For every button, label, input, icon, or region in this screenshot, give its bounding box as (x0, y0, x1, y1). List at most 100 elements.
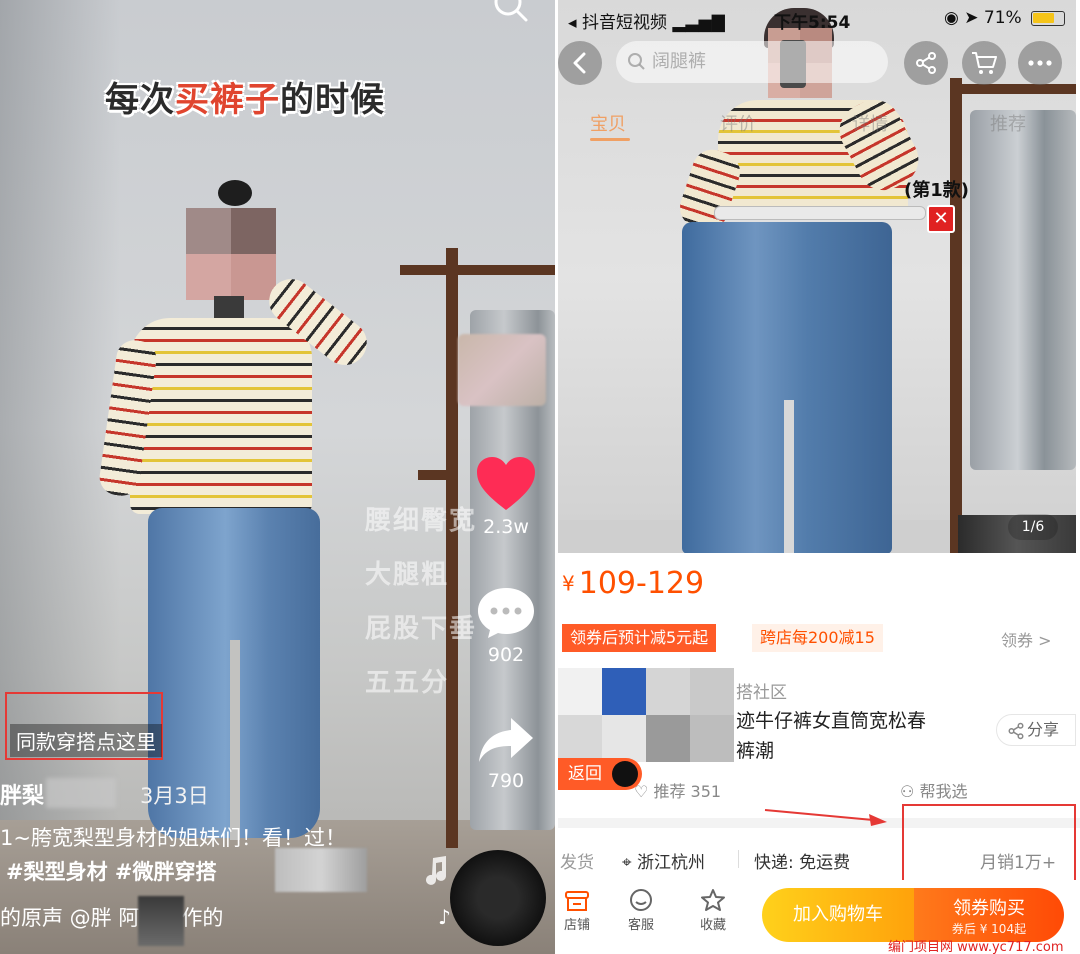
battery-icon (1031, 10, 1066, 26)
favorite-button[interactable]: 收藏 (688, 888, 738, 933)
price-range: 109-129 (578, 566, 705, 601)
shop-icon (565, 891, 589, 911)
annotation-arrow (764, 809, 887, 826)
carrier-label: ◂ 抖音短视频 ▂▃▅▇ (568, 13, 725, 33)
search-input[interactable]: 阔腿裤 (616, 41, 888, 83)
recommend-button[interactable]: ♡ 推荐 351 (634, 778, 721, 802)
active-tab-indicator (590, 138, 630, 141)
search-icon (628, 53, 645, 70)
tab-reviews[interactable]: 评价 (720, 110, 756, 136)
same-outfit-highlight-box: 同款穿搭点这里 (5, 692, 163, 760)
tab-details[interactable]: 详情 (852, 110, 888, 136)
style-label: (第1款) (904, 180, 969, 201)
customer-service-button[interactable]: 客服 (616, 888, 666, 933)
same-outfit-link[interactable]: 同款穿搭点这里 (10, 724, 162, 757)
help-choose-button[interactable]: ⚇ 帮我选 (900, 778, 967, 802)
creator-avatar[interactable] (458, 334, 546, 406)
image-counter: 1/6 (1008, 514, 1058, 540)
shop-tab-button[interactable]: 店铺 (558, 888, 602, 933)
overlay-word: 屁股下垂 (365, 614, 478, 644)
price: ¥109-129 (558, 566, 1080, 622)
clothes-rack-peg (418, 470, 458, 480)
chevron-left-icon (573, 52, 586, 74)
like-count: 2.3w (483, 516, 529, 538)
close-icon[interactable]: ✕ (927, 205, 955, 233)
share-arrow-icon (479, 718, 533, 762)
battery-percent: 71% (983, 8, 1022, 28)
cart-button[interactable] (962, 41, 1006, 85)
comment-button[interactable]: 902 (470, 586, 542, 666)
get-coupon-link[interactable]: 领券 > (1001, 627, 1052, 651)
heart-outline-icon: ♡ (634, 782, 649, 801)
shipping-location: ⌖ 浙江杭州 (622, 853, 705, 873)
sound-credit-blur (138, 896, 184, 946)
coupon-badge[interactable]: 领券后预计减5元起 (562, 624, 717, 652)
author-name-blur (46, 778, 116, 808)
music-note-icon (424, 856, 448, 890)
recommend-row: ♡ 推荐 351 ⚇ 帮我选 (558, 778, 1080, 804)
hashtags[interactable]: #梨型身材 #微胖穿搭 (6, 856, 217, 886)
star-icon (701, 889, 725, 911)
rotation-lock-icon: ◉ (944, 8, 959, 28)
music-disc[interactable] (450, 850, 546, 946)
back-app-icon: ◂ (568, 13, 577, 33)
share-button[interactable] (904, 41, 948, 85)
share-pill-button[interactable]: 分享 (996, 714, 1076, 746)
buy-with-coupon-button[interactable]: 领券购买 券后 ¥ 104起 (914, 888, 1064, 942)
status-bar: ◂ 抖音短视频 ▂▃▅▇ 下午5:54 ◉ ➤ 71% (558, 8, 1080, 34)
post-date: 3月3日 (140, 784, 209, 808)
body-type-overlay: 腰细臀宽 大腿粗 屁股下垂 五五分 (365, 500, 477, 716)
search-placeholder: 阔腿裤 (652, 51, 706, 72)
mosaic-redaction (558, 668, 734, 762)
watermark: 编门项目网 www.yc717.com (888, 940, 1064, 954)
clock: 下午5:54 (774, 13, 851, 33)
back-button[interactable] (558, 41, 602, 85)
more-dots-icon (1028, 60, 1052, 66)
product-tabs: 宝贝 评价 详情 推荐 (558, 106, 1076, 146)
screenshot-stage: 每次买裤子的时候 腰细臀宽 大腿粗 屁股下垂 五五分 2.3w 902 790 (0, 0, 1080, 954)
monthly-sales-highlight-box (902, 804, 1076, 883)
jeans-gap (784, 400, 794, 553)
hanger (714, 206, 926, 220)
music-note-icon: ♪ (438, 905, 451, 929)
share-button[interactable]: 790 (470, 716, 542, 792)
hashtag-blur (275, 848, 367, 892)
overlay-word: 大腿粗 (365, 560, 450, 590)
tab-item[interactable]: 宝贝 (590, 110, 626, 136)
search-icon[interactable] (492, 0, 532, 28)
like-button[interactable]: 2.3w (470, 456, 542, 538)
shipping-label: 发货 (560, 853, 594, 873)
signal-icon: ▂▃▅▇ (672, 13, 725, 33)
tab-recommend[interactable]: 推荐 (990, 110, 1026, 136)
striped-sweater (130, 318, 312, 514)
hair-bun (218, 180, 252, 206)
product-detail-panel: ◂ 抖音短视频 ▂▃▅▇ 下午5:54 ◉ ➤ 71% 阔腿裤 宝贝 评价 详情… (558, 0, 1080, 954)
product-title-fragment: 裤潮 (736, 740, 775, 762)
location-pin-icon: ⌖ (622, 853, 632, 873)
video-caption: 每次买裤子的时候 (105, 80, 385, 120)
status-right: ◉ ➤ 71% (944, 8, 1066, 28)
heart-icon (477, 457, 535, 510)
divider (738, 850, 739, 868)
share-count: 790 (487, 770, 525, 792)
more-button[interactable] (1018, 41, 1062, 85)
cart-icon (972, 52, 997, 74)
shop-name[interactable]: 搭社区 (736, 678, 787, 703)
cross-store-discount-badge[interactable]: 跨店每200减15 (752, 624, 883, 652)
comment-icon (478, 588, 534, 638)
overlay-word: 五五分 (365, 668, 450, 698)
location-icon: ➤ (964, 8, 979, 28)
comment-count: 902 (487, 644, 525, 666)
clothes-rack-bar (400, 265, 555, 275)
buy-button-label: 领券购买 (953, 898, 1025, 919)
author-name[interactable]: 胖梨 (0, 784, 44, 809)
hanging-clothes (970, 110, 1076, 470)
share-icon (1008, 722, 1024, 740)
share-icon (916, 52, 936, 74)
share-label: 分享 (1027, 720, 1060, 739)
sound-credit[interactable]: 的原声 @胖 阿姨创作的 (0, 902, 223, 932)
overlay-word: 腰细臀宽 (365, 506, 478, 536)
currency-symbol: ¥ (562, 571, 575, 596)
add-to-cart-button[interactable]: 加入购物车 (762, 888, 914, 942)
battery-fill (1033, 12, 1055, 23)
